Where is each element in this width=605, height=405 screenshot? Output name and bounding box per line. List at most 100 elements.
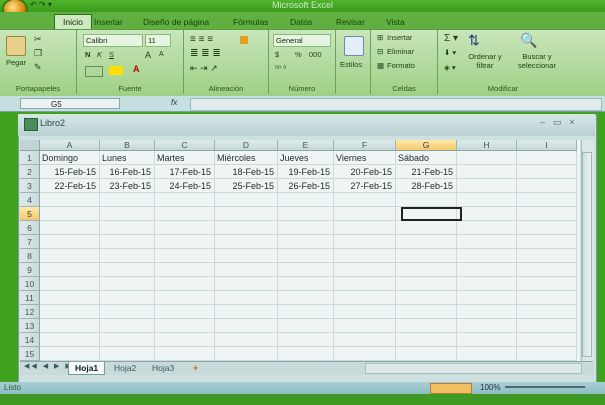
indent-icon[interactable]: ⇤ ⇥ ↗ <box>190 63 218 74</box>
cell-i3[interactable] <box>517 179 577 193</box>
cell-h15[interactable] <box>457 347 517 361</box>
column-header-c[interactable]: C <box>155 140 215 151</box>
cell-g1[interactable]: Sábado <box>396 151 457 165</box>
row-header-13[interactable]: 13 <box>20 319 40 333</box>
cell-f8[interactable] <box>334 249 396 263</box>
underline-button[interactable]: S <box>109 50 114 59</box>
row-header-15[interactable]: 15 <box>20 347 40 361</box>
cell-a4[interactable] <box>40 193 100 207</box>
column-header-g[interactable]: G <box>396 140 457 151</box>
row-header-5[interactable]: 5 <box>20 207 40 221</box>
grow-font-button[interactable]: A <box>145 50 151 60</box>
copy-icon[interactable]: ❐ <box>34 48 42 59</box>
cell-i6[interactable] <box>517 221 577 235</box>
format-icon[interactable]: ▦ <box>377 61 384 70</box>
cell-i7[interactable] <box>517 235 577 249</box>
tab-formulas[interactable]: Fórmulas <box>233 15 268 29</box>
fx-icon[interactable]: fx <box>171 98 177 107</box>
styles-icon[interactable] <box>344 36 364 56</box>
percent-button[interactable]: % <box>295 50 302 59</box>
thousands-button[interactable]: 000 <box>309 50 322 59</box>
decimal-icon[interactable]: ⁰⁰ ⁰ <box>275 64 286 73</box>
cell-i15[interactable] <box>517 347 577 361</box>
row-header-4[interactable]: 4 <box>20 193 40 207</box>
align-left-icon[interactable]: ≣ ≣ ≣ <box>190 48 221 59</box>
cell-e7[interactable] <box>278 235 334 249</box>
row-header-10[interactable]: 10 <box>20 277 40 291</box>
column-header-h[interactable]: H <box>457 140 517 151</box>
cell-g9[interactable] <box>396 263 457 277</box>
cell-a6[interactable] <box>40 221 100 235</box>
cell-h7[interactable] <box>457 235 517 249</box>
column-header-i[interactable]: I <box>517 140 577 151</box>
cell-h13[interactable] <box>457 319 517 333</box>
tab-inicio[interactable]: Inicio <box>54 14 92 29</box>
cell-d1[interactable]: Miércoles <box>215 151 278 165</box>
cell-e13[interactable] <box>278 319 334 333</box>
cell-c13[interactable] <box>155 319 215 333</box>
tab-insertar[interactable]: Insertar <box>94 15 123 29</box>
cell-e8[interactable] <box>278 249 334 263</box>
cell-e12[interactable] <box>278 305 334 319</box>
font-color-icon[interactable]: A <box>133 64 140 74</box>
cell-g15[interactable] <box>396 347 457 361</box>
currency-button[interactable]: $ <box>275 50 279 59</box>
cell-g14[interactable] <box>396 333 457 347</box>
cell-g6[interactable] <box>396 221 457 235</box>
cell-d5[interactable] <box>215 207 278 221</box>
cell-e3[interactable]: 26-Feb-15 <box>278 179 334 193</box>
sheet-tab-hoja3[interactable]: Hoja3 <box>146 362 180 374</box>
shrink-font-button[interactable]: A <box>159 51 164 58</box>
tab-vista[interactable]: Vista <box>386 15 405 29</box>
insert-icon[interactable]: ⊞ <box>377 33 383 42</box>
cell-d15[interactable] <box>215 347 278 361</box>
cell-i11[interactable] <box>517 291 577 305</box>
cell-h4[interactable] <box>457 193 517 207</box>
window-controls[interactable]: –▭× <box>540 117 583 128</box>
view-buttons[interactable] <box>430 383 472 394</box>
cell-h11[interactable] <box>457 291 517 305</box>
cell-a11[interactable] <box>40 291 100 305</box>
column-header-e[interactable]: E <box>278 140 334 151</box>
row-header-8[interactable]: 8 <box>20 249 40 263</box>
cell-h6[interactable] <box>457 221 517 235</box>
select-all-corner[interactable] <box>20 140 40 151</box>
cell-h3[interactable] <box>457 179 517 193</box>
cell-e1[interactable]: Jueves <box>278 151 334 165</box>
find-icon[interactable]: 🔍 <box>520 32 537 49</box>
cell-h8[interactable] <box>457 249 517 263</box>
sort-filter-icon[interactable]: ⇅ <box>468 32 480 49</box>
cell-c11[interactable] <box>155 291 215 305</box>
cell-i9[interactable] <box>517 263 577 277</box>
cell-c6[interactable] <box>155 221 215 235</box>
cell-i12[interactable] <box>517 305 577 319</box>
cell-e15[interactable] <box>278 347 334 361</box>
cell-f12[interactable] <box>334 305 396 319</box>
cell-d13[interactable] <box>215 319 278 333</box>
cell-d4[interactable] <box>215 193 278 207</box>
cell-c5[interactable] <box>155 207 215 221</box>
cell-h1[interactable] <box>457 151 517 165</box>
cell-b4[interactable] <box>100 193 155 207</box>
cell-c9[interactable] <box>155 263 215 277</box>
minimize-icon[interactable]: – <box>540 117 553 127</box>
sheet-tab-hoja2[interactable]: Hoja2 <box>108 362 142 374</box>
cell-e2[interactable]: 19-Feb-15 <box>278 165 334 179</box>
cell-f11[interactable] <box>334 291 396 305</box>
autosum-icon[interactable]: Σ ▾ <box>444 33 458 44</box>
styles-button[interactable]: Estilos <box>340 60 362 69</box>
insert-button[interactable]: Insertar <box>387 33 412 42</box>
cell-d2[interactable]: 18-Feb-15 <box>215 165 278 179</box>
cell-a3[interactable]: 22-Feb-15 <box>40 179 100 193</box>
cell-g4[interactable] <box>396 193 457 207</box>
align-top-icon[interactable]: ≡ ≡ ≡ <box>190 34 213 45</box>
cell-c4[interactable] <box>155 193 215 207</box>
cell-c15[interactable] <box>155 347 215 361</box>
number-format-select[interactable]: General <box>273 34 331 47</box>
cell-h14[interactable] <box>457 333 517 347</box>
format-painter-icon[interactable]: ✎ <box>34 62 42 73</box>
cell-i13[interactable] <box>517 319 577 333</box>
cell-f9[interactable] <box>334 263 396 277</box>
cell-a8[interactable] <box>40 249 100 263</box>
cell-h9[interactable] <box>457 263 517 277</box>
